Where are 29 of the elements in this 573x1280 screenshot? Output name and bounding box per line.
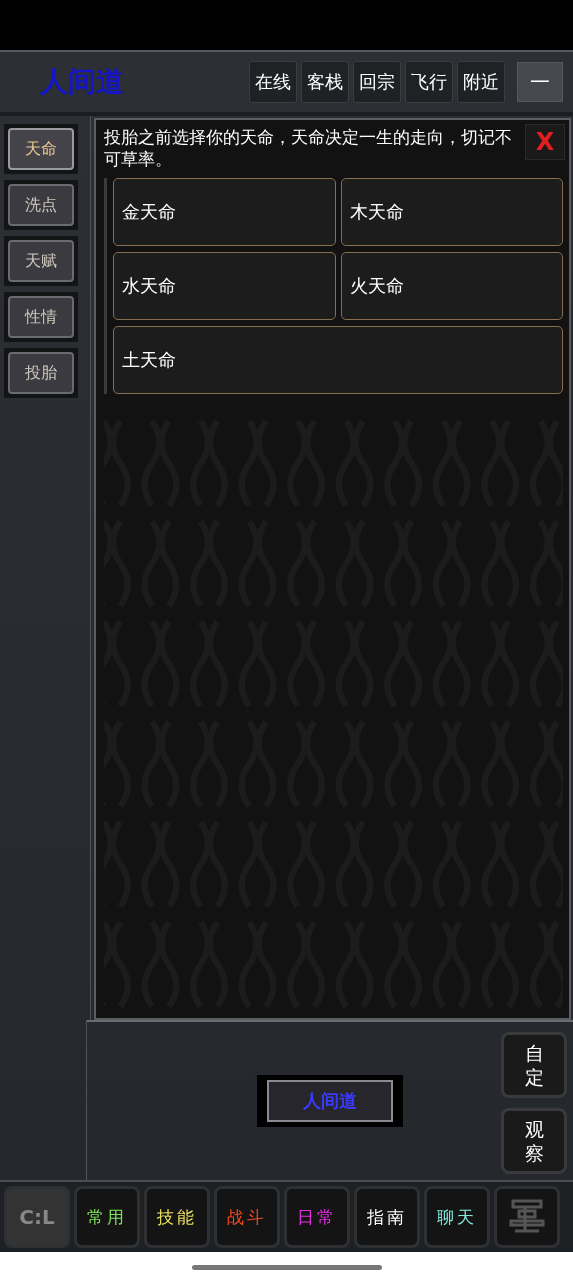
side-button[interactable]: 自定 [501, 1032, 567, 1098]
sidebar-tab[interactable]: 性情 [4, 292, 78, 342]
sidebar-tab[interactable]: 投胎 [4, 348, 78, 398]
destiny-option[interactable]: 土天命 [113, 326, 563, 394]
app-title: 人间道 [40, 64, 125, 100]
description-text: 投胎之前选择你的天命，天命决定一生的走向，切记不可草率。 [104, 126, 513, 170]
menu-button[interactable]: 聊天 [424, 1186, 490, 1248]
header-button[interactable]: 客栈 [301, 61, 349, 103]
header-button[interactable]: 飞行 [405, 61, 453, 103]
menu-button[interactable]: 技能 [144, 1186, 210, 1248]
sidebar-tab[interactable]: 天赋 [4, 236, 78, 286]
destiny-option[interactable]: 火天命 [340, 252, 563, 320]
header-button[interactable]: 回宗 [353, 61, 401, 103]
sidebar-tab[interactable]: 天命 [4, 124, 78, 174]
menu-button[interactable]: 常用 [74, 1186, 140, 1248]
menu-button[interactable]: 指南 [354, 1186, 420, 1248]
sidebar-tab[interactable]: 洗点 [4, 180, 78, 230]
destiny-option[interactable]: 水天命 [113, 252, 336, 320]
destiny-option[interactable]: 木天命 [340, 178, 563, 246]
header-button[interactable]: 在线 [249, 61, 297, 103]
menu-button[interactable] [494, 1186, 560, 1248]
menu-button[interactable]: 战斗 [214, 1186, 280, 1248]
header-button[interactable]: 附近 [457, 61, 505, 103]
close-button[interactable]: X [525, 124, 565, 160]
menu-button[interactable]: 日常 [284, 1186, 350, 1248]
terminal-button[interactable]: C:L [4, 1186, 70, 1248]
minimize-button[interactable]: 一 [517, 62, 563, 102]
destiny-option[interactable]: 金天命 [113, 178, 336, 246]
side-button[interactable]: 观察 [501, 1108, 567, 1174]
